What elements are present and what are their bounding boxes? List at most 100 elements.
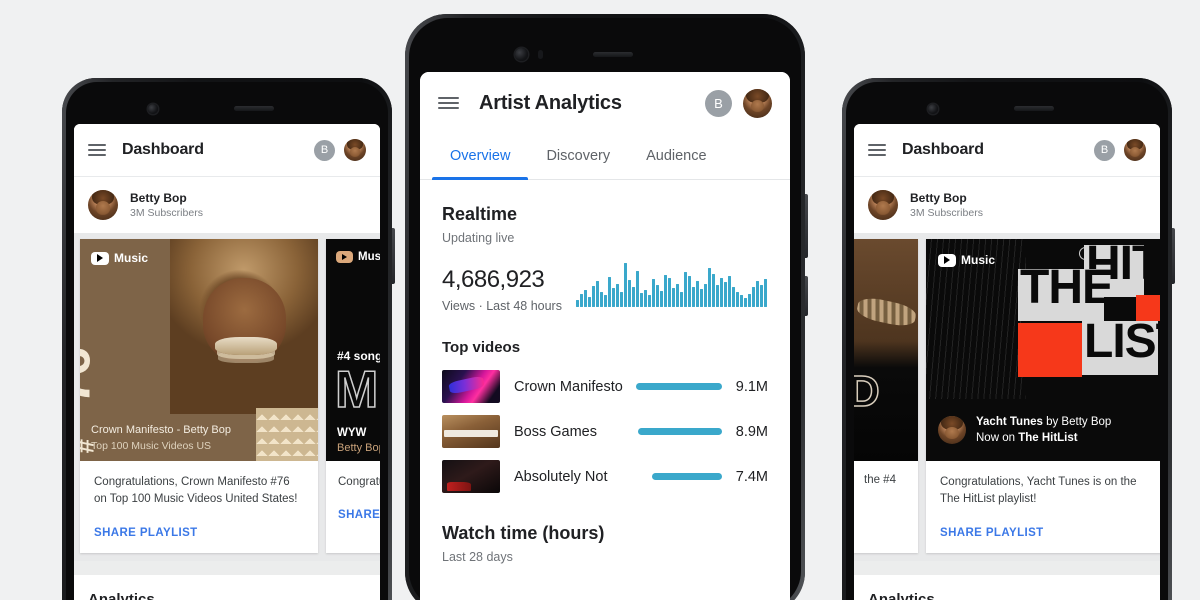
cards-carousel[interactable]: Music 76 # Crown Manifesto - Betty Bop T…: [74, 233, 380, 561]
watch-time-chart: [442, 574, 768, 600]
realtime-metric-row: 4,686,923 Views · Last 48 hours: [442, 263, 768, 313]
big-letter: D: [854, 366, 881, 417]
page-title: Dashboard: [902, 141, 984, 158]
big-letters: M.: [334, 361, 380, 419]
account-badge[interactable]: B: [314, 139, 335, 161]
table-row[interactable]: Boss Games 8.9M: [442, 415, 768, 448]
sparkline-bar: [647, 295, 651, 307]
sparkline-bar: [743, 298, 747, 307]
share-playlist-button[interactable]: SHARE PLAYLIST: [940, 527, 1150, 539]
channel-row[interactable]: Betty Bop 3M Subscribers: [854, 177, 1160, 233]
channel-row[interactable]: Betty Bop 3M Subscribers: [74, 177, 380, 233]
tab-audience[interactable]: Audience: [628, 134, 724, 179]
play-icon: [91, 251, 109, 265]
avatar[interactable]: [1124, 139, 1146, 161]
sparkline-bar: [683, 272, 687, 307]
power-button[interactable]: [392, 228, 395, 284]
table-row[interactable]: Crown Manifesto 9.1M: [442, 370, 768, 403]
tab-overview[interactable]: Overview: [432, 134, 529, 180]
app-bar: Artist Analytics B: [420, 72, 790, 134]
card-artwork: Music 76 # Crown Manifesto - Betty Bop T…: [80, 239, 318, 461]
card-body: Congratu... song in M... SHARE S...: [326, 461, 380, 535]
sparkline-bar: [663, 275, 667, 307]
chain-detail: [855, 295, 918, 330]
artwork-title: Crown Manifesto - Betty Bop: [91, 424, 232, 436]
card-hit-list[interactable]: HIT THE LIST Music: [926, 239, 1160, 553]
avatar[interactable]: [743, 88, 772, 118]
sparkline-bar: [579, 294, 583, 307]
account-badge[interactable]: B: [705, 89, 732, 117]
video-title: Crown Manifesto: [514, 378, 623, 395]
analytics-section-title: Analytics: [854, 575, 1160, 600]
realtime-title: Realtime: [442, 204, 518, 224]
video-views: 9.1M: [735, 378, 768, 395]
hitlist-line-1: THE: [1020, 261, 1114, 314]
youtube-music-logo: Music: [91, 251, 148, 265]
rank-number: 76: [80, 347, 102, 405]
artist-photo: [170, 239, 318, 415]
watch-time-title: Watch time (hours): [442, 523, 605, 543]
hitlist-line-3: LIST: [1084, 315, 1160, 368]
sparkline-bar: [699, 289, 703, 307]
channel-name: Betty Bop: [130, 191, 187, 205]
video-bar-fill: [636, 383, 722, 390]
card-partial[interactable]: D the #4: [854, 239, 918, 553]
volume-button[interactable]: [805, 276, 808, 316]
sparkline-bar: [687, 276, 691, 307]
sparkline-bar: [723, 282, 727, 307]
card-body: Congratulations, Crown Manifesto #76 on …: [80, 461, 318, 552]
sparkline-bar: [643, 290, 647, 307]
now-on-prefix: Now on: [976, 432, 1019, 444]
sparkline-bar: [755, 281, 759, 307]
share-playlist-button[interactable]: SHARE S...: [338, 509, 380, 521]
sparkline-bar: [763, 279, 767, 307]
hamburger-icon[interactable]: [88, 143, 106, 157]
realtime-value-caption: Views · Last 48 hours: [442, 299, 562, 313]
app-bar: Dashboard B: [854, 124, 1160, 176]
phone-device-left: Dashboard B Betty Bop 3M Subscribers Mus…: [62, 78, 395, 600]
card-crown-manifesto[interactable]: Music 76 # Crown Manifesto - Betty Bop T…: [80, 239, 318, 553]
app-bar: Dashboard B: [74, 124, 380, 176]
avatar[interactable]: [344, 139, 366, 161]
table-row[interactable]: Absolutely Not 7.4M: [442, 460, 768, 493]
artwork-caption: Crown Manifesto - Betty Bop Top 100 Musi…: [80, 424, 318, 461]
video-thumbnail: [442, 415, 500, 448]
sparkline-bar: [711, 274, 715, 307]
phone-device-center: Artist Analytics B Overview Discovery Au…: [405, 14, 808, 600]
hamburger-icon[interactable]: [868, 143, 886, 157]
sparkline-bar: [607, 277, 611, 307]
hitlist-accent-block: [1018, 323, 1082, 377]
account-badge[interactable]: B: [1094, 139, 1115, 161]
sparkline-bar: [671, 288, 675, 307]
card-body: Congratulations, Yacht Tunes is on the T…: [926, 461, 1160, 552]
sparkline-bar: [679, 292, 683, 307]
top-videos-section: Top videos Crown Manifesto 9.1M Boss Gam…: [420, 313, 790, 493]
hamburger-icon[interactable]: [438, 95, 459, 111]
video-bar-fill: [652, 473, 722, 480]
proximity-sensor-icon: [538, 50, 543, 59]
power-button[interactable]: [1172, 228, 1175, 284]
earpiece-speaker: [234, 106, 274, 111]
phone-screen-center: Artist Analytics B Overview Discovery Au…: [420, 72, 790, 600]
brand-label: Music: [358, 251, 380, 263]
channel-subscribers: 3M Subscribers: [910, 207, 983, 219]
sparkline-bar: [751, 287, 755, 307]
channel-name: Betty Bop: [910, 191, 967, 205]
phone-screen-left: Dashboard B Betty Bop 3M Subscribers Mus…: [74, 124, 380, 600]
track-by: by Betty Bop: [1046, 416, 1112, 428]
realtime-section: Realtime Updating live 4,686,923 Views ·…: [420, 180, 790, 313]
sparkline-bar: [655, 285, 659, 307]
artist-avatar: [938, 416, 966, 444]
youtube-music-logo: Music: [938, 253, 995, 267]
track-title: Yacht Tunes: [976, 416, 1043, 428]
top-videos-title: Top videos: [442, 339, 521, 356]
power-button[interactable]: [805, 194, 808, 258]
card-wyw[interactable]: Music #4 song M. WYW Betty Bop Congratu.…: [326, 239, 380, 553]
share-playlist-button[interactable]: SHARE PLAYLIST: [94, 527, 304, 539]
cards-carousel[interactable]: D the #4 HIT THE LIS Music Yacht Tunes b…: [854, 233, 1160, 561]
sparkline-bar: [583, 290, 587, 307]
tab-bar: Overview Discovery Audience: [420, 134, 790, 180]
tab-discovery[interactable]: Discovery: [528, 134, 628, 179]
channel-avatar: [868, 190, 898, 220]
youtube-music-logo: Music: [336, 251, 380, 263]
